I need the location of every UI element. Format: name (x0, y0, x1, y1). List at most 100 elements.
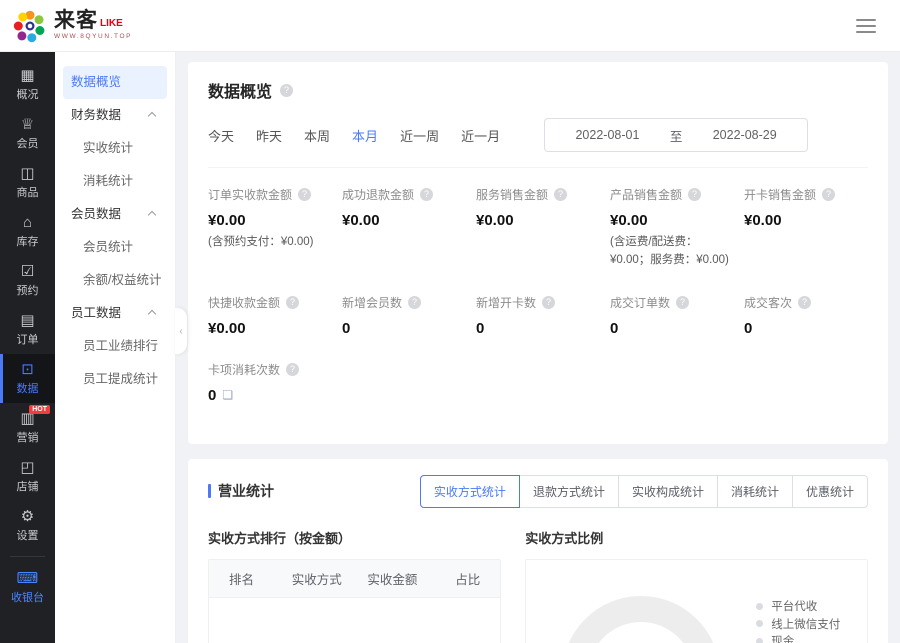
stat-label: 成交客次 (744, 294, 868, 311)
sidebar-item-appointment[interactable]: ☑预约 (0, 256, 55, 305)
stats-row-2: 快捷收款金额 ¥0.00 新增会员数0新增开卡数0成交订单数0 成交客次 0 (208, 294, 868, 337)
sidebar-item-label: 订单 (17, 331, 39, 347)
sidebar-item-cashier[interactable]: ⌨收银台 (0, 563, 55, 612)
help-icon[interactable] (798, 296, 811, 309)
legend-item[interactable]: 现金 (756, 633, 853, 643)
date-filter-row: 今天 昨天 本周 本月 近一周 近一月 2022-08-01 至 2022-08-29 (208, 118, 868, 152)
sidebar-item-overview[interactable]: ▦概况 (0, 60, 55, 109)
sidebar-item-inventory[interactable]: ⌂库存 (0, 207, 55, 256)
statistics-tab-2[interactable]: 实收构成统计 (618, 475, 718, 508)
table-column-header: 占比 (430, 569, 500, 588)
submenu-item-consume-stat[interactable]: 消耗统计 (63, 165, 167, 198)
date-end[interactable]: 2022-08-29 (713, 128, 777, 142)
stat-value-text: ¥0.00 (208, 212, 246, 229)
help-icon[interactable] (822, 188, 835, 201)
proportion-panel-title: 实收方式比例 (525, 528, 868, 547)
stat-label-text: 成功退款金额 (342, 186, 414, 203)
stat-value: ¥0.00 (208, 320, 332, 337)
data-icon: ⊡ (21, 362, 34, 377)
submenu-item-label: 员工业绩排行 (83, 330, 158, 363)
help-icon[interactable] (542, 296, 555, 309)
sidebar-item-settings[interactable]: ⚙设置 (0, 501, 55, 550)
help-icon[interactable] (688, 188, 701, 201)
submenu-item-member-group[interactable]: 会员数据 (63, 198, 167, 231)
submenu-item-staff-commission[interactable]: 员工提成统计 (63, 363, 167, 396)
quick-filter[interactable]: 近一周 (400, 126, 439, 145)
stat-value-text: ¥0.00 (744, 212, 782, 229)
stat-value-text: ¥0.00 (610, 212, 648, 229)
statistics-tab-0[interactable]: 实收方式统计 (420, 475, 520, 508)
sidebar-item-label: 商品 (17, 184, 39, 200)
sidebar-item-member[interactable]: ♕会员 (0, 109, 55, 158)
statistics-tab-4[interactable]: 优惠统计 (792, 475, 868, 508)
stat-value: 0 (342, 320, 466, 337)
detail-report-icon[interactable]: ❏ (222, 388, 233, 402)
legend-item[interactable]: 线上微信支付 (756, 615, 853, 633)
sidebar-item-label: 收银台 (11, 589, 44, 605)
submenu-item-staff-group[interactable]: 员工数据 (63, 297, 167, 330)
stat-label: 成功退款金额 (342, 186, 466, 203)
help-icon[interactable] (676, 296, 689, 309)
page-title: 数据概览 (208, 78, 272, 102)
stat-label: 新增开卡数 (476, 294, 600, 311)
logo-flower-icon (12, 8, 48, 44)
help-icon[interactable] (408, 296, 421, 309)
statistics-tab-3[interactable]: 消耗统计 (717, 475, 793, 508)
page-title-help-icon[interactable] (280, 84, 293, 97)
date-start[interactable]: 2022-08-01 (575, 128, 639, 142)
empty-state: 暂无数据 (209, 598, 500, 643)
stat-label: 快捷收款金额 (208, 294, 332, 311)
submenu-item-data-overview[interactable]: 数据概览 (63, 66, 167, 99)
secondary-sidebar: 数据概览财务数据实收统计消耗统计会员数据会员统计余额/权益统计员工数据员工业绩排… (55, 52, 176, 643)
help-icon[interactable] (420, 188, 433, 201)
quick-filter[interactable]: 本月 (352, 126, 378, 145)
section-title-bar (208, 484, 211, 498)
date-separator: 至 (670, 126, 683, 145)
help-icon[interactable] (298, 188, 311, 201)
chevron-up-icon (148, 111, 156, 119)
submenu-item-label: 消耗统计 (83, 165, 133, 198)
stat-label: 成交订单数 (610, 294, 734, 311)
stat-cell: 开卡销售金额¥0.00 (744, 186, 868, 270)
sidebar-collapse-handle[interactable] (175, 308, 187, 354)
sidebar-item-marketing[interactable]: ▥HOT营销 (0, 403, 55, 452)
submenu-item-member-stat[interactable]: 会员统计 (63, 231, 167, 264)
statistics-tab-1[interactable]: 退款方式统计 (519, 475, 619, 508)
quick-filter[interactable]: 近一月 (461, 126, 500, 145)
stat-value-text: 0 (342, 320, 350, 337)
hamburger-menu-icon[interactable] (856, 19, 876, 33)
submenu-item-income-stat[interactable]: 实收统计 (63, 132, 167, 165)
sidebar-item-data[interactable]: ⊡数据 (0, 354, 55, 403)
appointment-icon: ☑ (21, 264, 34, 279)
legend-dot-icon (756, 620, 763, 627)
logo-subtitle: WWW.8QYUN.TOP (54, 34, 132, 41)
stat-value-text: 0 (208, 387, 216, 404)
brand-logo[interactable]: 来客 LIKE WWW.8QYUN.TOP (12, 8, 132, 44)
submenu-item-finance-group[interactable]: 财务数据 (63, 99, 167, 132)
submenu-item-staff-rank[interactable]: 员工业绩排行 (63, 330, 167, 363)
stat-label: 卡项消耗次数 (208, 361, 332, 378)
help-icon[interactable] (286, 296, 299, 309)
stat-cell: 新增开卡数0 (476, 294, 600, 337)
stat-cell: 成交订单数0 (610, 294, 734, 337)
help-icon[interactable] (286, 363, 299, 376)
sidebar-item-order[interactable]: ▤订单 (0, 305, 55, 354)
donut-center: 总金额 ¥0.00 (588, 622, 694, 643)
submenu-item-balance-stat[interactable]: 余额/权益统计 (63, 264, 167, 297)
sidebar-item-shop[interactable]: ◰店铺 (0, 452, 55, 501)
legend-label: 现金 (771, 633, 794, 643)
help-icon[interactable] (554, 188, 567, 201)
legend-item[interactable]: 平台代收 (756, 598, 853, 616)
stat-value: ¥0.00 (610, 212, 734, 229)
main-area: ▦概况♕会员◫商品⌂库存☑预约▤订单⊡数据▥HOT营销◰店铺⚙设置 ⌨收银台 数据… (0, 52, 900, 643)
sidebar-item-label: 设置 (17, 527, 39, 543)
stat-cell: 新增会员数0 (342, 294, 466, 337)
sidebar-item-product[interactable]: ◫商品 (0, 158, 55, 207)
date-range-input[interactable]: 2022-08-01 至 2022-08-29 (544, 118, 808, 152)
stat-value-text: ¥0.00 (208, 320, 246, 337)
quick-filter[interactable]: 今天 (208, 126, 234, 145)
quick-filter[interactable]: 昨天 (256, 126, 282, 145)
quick-filter[interactable]: 本周 (304, 126, 330, 145)
stat-cell: 产品销售金额¥0.00(含运费/配送费：¥0.00；服务费：¥0.00) (610, 186, 734, 270)
content-area: 数据概览 今天 昨天 本周 本月 近一周 近一月 2022-08-01 至 2022-08… (176, 52, 900, 643)
